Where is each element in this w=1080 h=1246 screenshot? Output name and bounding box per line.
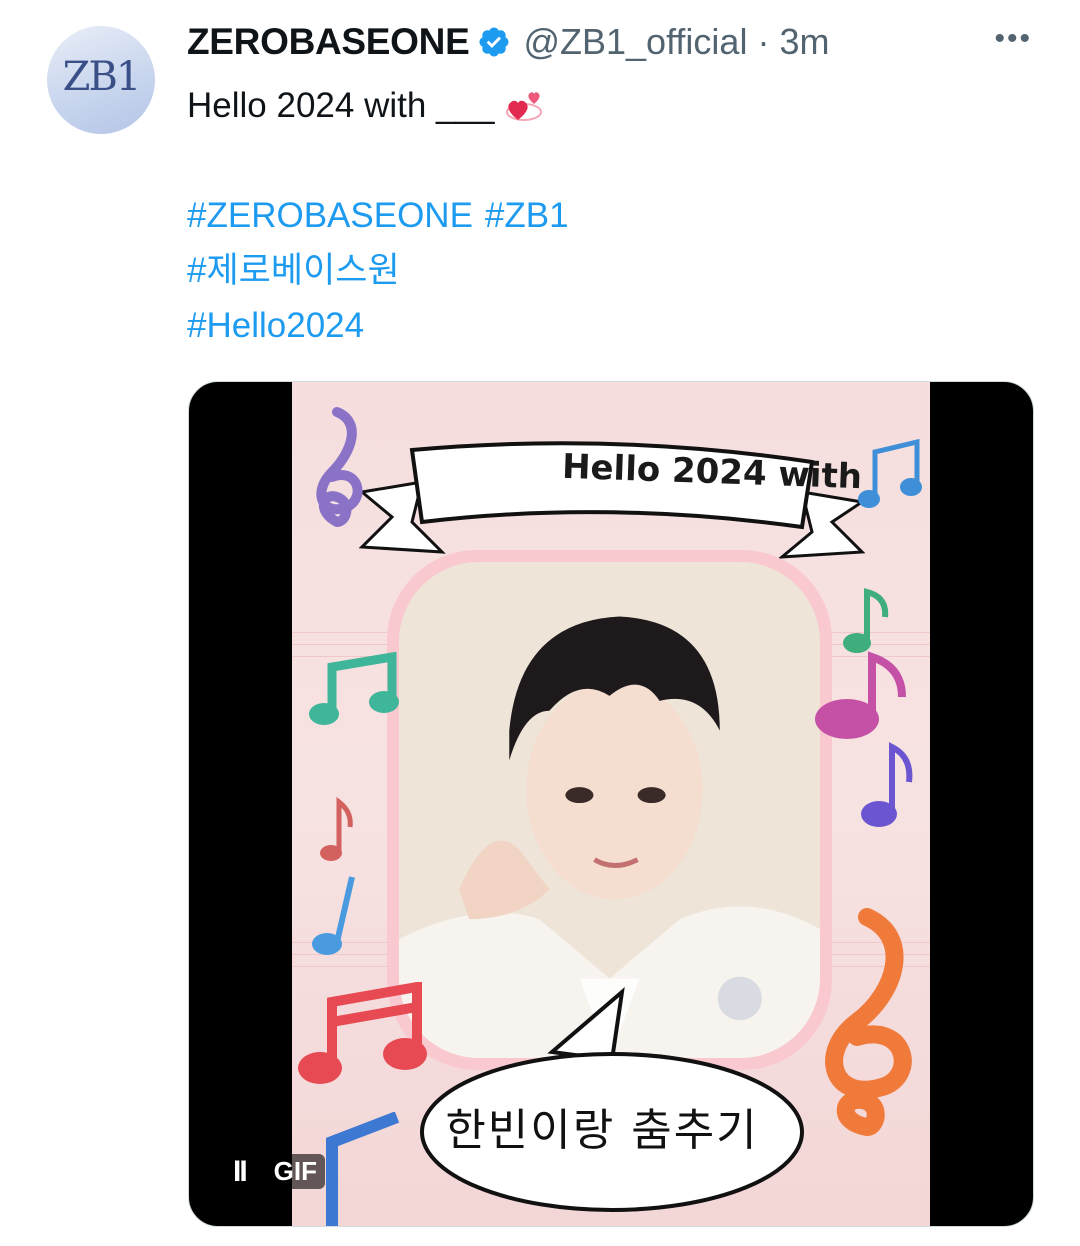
author-name[interactable]: ZEROBASEONE — [187, 21, 470, 63]
revolving-hearts-emoji-icon — [506, 91, 543, 121]
gif-controls: II GIF — [233, 1154, 326, 1189]
hashtag-link[interactable]: #ZB1 — [485, 188, 569, 243]
music-note-green-icon — [309, 652, 399, 725]
verified-badge-icon[interactable] — [477, 25, 511, 59]
gif-card: Hello 2024 with 한빈이랑 춤추기 — [292, 382, 930, 1226]
tweet-header: ZEROBASEONE @ZB1_official · 3m — [187, 18, 829, 66]
pause-icon[interactable]: II — [233, 1155, 248, 1189]
music-note-bottom-blue-icon — [326, 1112, 400, 1226]
gif-media[interactable]: Hello 2024 with 한빈이랑 춤추기 II GIF — [188, 381, 1034, 1227]
treble-clef-orange-icon — [825, 908, 912, 1136]
music-note-rose-icon — [320, 797, 353, 861]
bubble-text: 한빈이랑 춤추기 — [445, 1105, 759, 1156]
music-note-pink-icon — [815, 651, 906, 739]
separator-dot: · — [757, 21, 770, 62]
music-note-lightblue-icon — [312, 876, 355, 955]
author-handle[interactable]: @ZB1_official — [523, 21, 747, 63]
more-options-icon[interactable]: ••• — [994, 22, 1032, 56]
hashtag-link[interactable]: #ZEROBASEONE — [187, 188, 473, 243]
timestamp[interactable]: 3m — [779, 21, 829, 63]
avatar-logo-text: ZB1 — [62, 54, 142, 100]
gif-badge: GIF — [265, 1154, 326, 1189]
avatar[interactable]: ZB1 — [47, 26, 155, 134]
tweet-text-line: Hello 2024 with ___ — [187, 86, 495, 125]
treble-clef-purple-icon — [316, 407, 363, 527]
tweet-text: Hello 2024 with ___ #ZEROBASEONE #ZB1 #제… — [187, 78, 569, 353]
hashtag-link[interactable]: #Hello2024 — [187, 298, 364, 353]
hashtag-link[interactable]: #제로베이스원 — [187, 243, 400, 298]
music-note-violet-icon — [861, 742, 913, 827]
tweet[interactable]: ZB1 ZEROBASEONE @ZB1_official · 3m ••• H… — [0, 0, 1080, 1246]
music-note-blue-icon — [858, 438, 922, 508]
music-note-red-icon — [298, 982, 427, 1084]
